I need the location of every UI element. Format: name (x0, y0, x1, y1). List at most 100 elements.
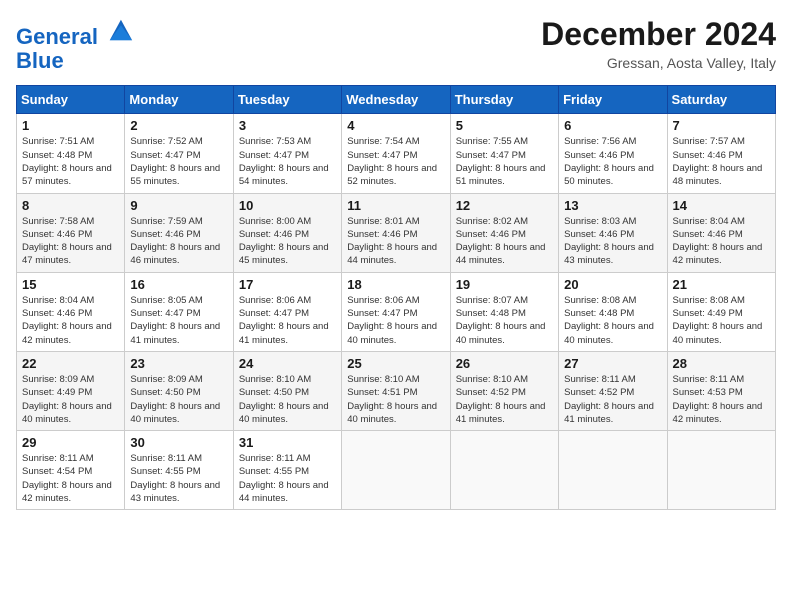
day-number: 25 (347, 356, 444, 371)
week-row-4: 22 Sunrise: 8:09 AMSunset: 4:49 PMDaylig… (17, 351, 776, 430)
calendar-table: SundayMondayTuesdayWednesdayThursdayFrid… (16, 85, 776, 510)
day-detail: Sunrise: 7:51 AMSunset: 4:48 PMDaylight:… (22, 135, 119, 188)
day-detail: Sunrise: 7:58 AMSunset: 4:46 PMDaylight:… (22, 215, 119, 268)
day-cell: 19 Sunrise: 8:07 AMSunset: 4:48 PMDaylig… (450, 272, 558, 351)
day-number: 27 (564, 356, 661, 371)
day-number: 16 (130, 277, 227, 292)
day-number: 5 (456, 118, 553, 133)
day-cell: 29 Sunrise: 8:11 AMSunset: 4:54 PMDaylig… (17, 431, 125, 510)
day-cell: 20 Sunrise: 8:08 AMSunset: 4:48 PMDaylig… (559, 272, 667, 351)
day-number: 24 (239, 356, 336, 371)
day-cell: 13 Sunrise: 8:03 AMSunset: 4:46 PMDaylig… (559, 193, 667, 272)
day-number: 29 (22, 435, 119, 450)
day-number: 1 (22, 118, 119, 133)
week-row-1: 1 Sunrise: 7:51 AMSunset: 4:48 PMDayligh… (17, 114, 776, 193)
weekday-header-friday: Friday (559, 86, 667, 114)
day-detail: Sunrise: 8:10 AMSunset: 4:52 PMDaylight:… (456, 373, 553, 426)
day-number: 14 (673, 198, 770, 213)
day-cell: 24 Sunrise: 8:10 AMSunset: 4:50 PMDaylig… (233, 351, 341, 430)
day-detail: Sunrise: 8:01 AMSunset: 4:46 PMDaylight:… (347, 215, 444, 268)
page-header: General Blue December 2024 Gressan, Aost… (16, 16, 776, 73)
day-detail: Sunrise: 8:00 AMSunset: 4:46 PMDaylight:… (239, 215, 336, 268)
day-number: 21 (673, 277, 770, 292)
weekday-header-tuesday: Tuesday (233, 86, 341, 114)
day-detail: Sunrise: 7:55 AMSunset: 4:47 PMDaylight:… (456, 135, 553, 188)
day-number: 20 (564, 277, 661, 292)
day-detail: Sunrise: 8:06 AMSunset: 4:47 PMDaylight:… (347, 294, 444, 347)
day-number: 26 (456, 356, 553, 371)
day-cell: 22 Sunrise: 8:09 AMSunset: 4:49 PMDaylig… (17, 351, 125, 430)
day-cell: 21 Sunrise: 8:08 AMSunset: 4:49 PMDaylig… (667, 272, 775, 351)
day-detail: Sunrise: 8:11 AMSunset: 4:54 PMDaylight:… (22, 452, 119, 505)
day-cell: 30 Sunrise: 8:11 AMSunset: 4:55 PMDaylig… (125, 431, 233, 510)
day-cell: 11 Sunrise: 8:01 AMSunset: 4:46 PMDaylig… (342, 193, 450, 272)
day-cell: 2 Sunrise: 7:52 AMSunset: 4:47 PMDayligh… (125, 114, 233, 193)
day-cell: 15 Sunrise: 8:04 AMSunset: 4:46 PMDaylig… (17, 272, 125, 351)
day-cell: 8 Sunrise: 7:58 AMSunset: 4:46 PMDayligh… (17, 193, 125, 272)
day-detail: Sunrise: 8:05 AMSunset: 4:47 PMDaylight:… (130, 294, 227, 347)
weekday-header-sunday: Sunday (17, 86, 125, 114)
day-detail: Sunrise: 7:53 AMSunset: 4:47 PMDaylight:… (239, 135, 336, 188)
day-detail: Sunrise: 8:08 AMSunset: 4:49 PMDaylight:… (673, 294, 770, 347)
logo: General Blue (16, 16, 134, 73)
week-row-2: 8 Sunrise: 7:58 AMSunset: 4:46 PMDayligh… (17, 193, 776, 272)
day-cell (342, 431, 450, 510)
day-cell: 4 Sunrise: 7:54 AMSunset: 4:47 PMDayligh… (342, 114, 450, 193)
day-detail: Sunrise: 8:04 AMSunset: 4:46 PMDaylight:… (673, 215, 770, 268)
day-number: 28 (673, 356, 770, 371)
day-cell: 17 Sunrise: 8:06 AMSunset: 4:47 PMDaylig… (233, 272, 341, 351)
day-cell: 28 Sunrise: 8:11 AMSunset: 4:53 PMDaylig… (667, 351, 775, 430)
day-cell: 12 Sunrise: 8:02 AMSunset: 4:46 PMDaylig… (450, 193, 558, 272)
location: Gressan, Aosta Valley, Italy (541, 55, 776, 71)
day-number: 2 (130, 118, 227, 133)
day-number: 18 (347, 277, 444, 292)
day-detail: Sunrise: 7:59 AMSunset: 4:46 PMDaylight:… (130, 215, 227, 268)
day-detail: Sunrise: 8:04 AMSunset: 4:46 PMDaylight:… (22, 294, 119, 347)
logo-blue: Blue (16, 48, 64, 73)
day-detail: Sunrise: 8:10 AMSunset: 4:50 PMDaylight:… (239, 373, 336, 426)
weekday-header-row: SundayMondayTuesdayWednesdayThursdayFrid… (17, 86, 776, 114)
day-number: 7 (673, 118, 770, 133)
day-cell: 26 Sunrise: 8:10 AMSunset: 4:52 PMDaylig… (450, 351, 558, 430)
day-cell (667, 431, 775, 510)
weekday-header-monday: Monday (125, 86, 233, 114)
day-detail: Sunrise: 7:52 AMSunset: 4:47 PMDaylight:… (130, 135, 227, 188)
weekday-header-thursday: Thursday (450, 86, 558, 114)
day-detail: Sunrise: 8:02 AMSunset: 4:46 PMDaylight:… (456, 215, 553, 268)
weekday-header-wednesday: Wednesday (342, 86, 450, 114)
day-number: 4 (347, 118, 444, 133)
day-detail: Sunrise: 8:11 AMSunset: 4:52 PMDaylight:… (564, 373, 661, 426)
day-cell (450, 431, 558, 510)
day-detail: Sunrise: 8:10 AMSunset: 4:51 PMDaylight:… (347, 373, 444, 426)
day-number: 10 (239, 198, 336, 213)
day-number: 12 (456, 198, 553, 213)
day-cell: 25 Sunrise: 8:10 AMSunset: 4:51 PMDaylig… (342, 351, 450, 430)
day-cell: 18 Sunrise: 8:06 AMSunset: 4:47 PMDaylig… (342, 272, 450, 351)
day-detail: Sunrise: 8:11 AMSunset: 4:53 PMDaylight:… (673, 373, 770, 426)
day-number: 22 (22, 356, 119, 371)
day-number: 9 (130, 198, 227, 213)
day-detail: Sunrise: 7:56 AMSunset: 4:46 PMDaylight:… (564, 135, 661, 188)
month-title: December 2024 (541, 16, 776, 53)
weekday-header-saturday: Saturday (667, 86, 775, 114)
day-number: 6 (564, 118, 661, 133)
day-number: 13 (564, 198, 661, 213)
day-detail: Sunrise: 8:07 AMSunset: 4:48 PMDaylight:… (456, 294, 553, 347)
day-cell (559, 431, 667, 510)
day-number: 17 (239, 277, 336, 292)
day-number: 30 (130, 435, 227, 450)
day-detail: Sunrise: 8:11 AMSunset: 4:55 PMDaylight:… (239, 452, 336, 505)
day-cell: 9 Sunrise: 7:59 AMSunset: 4:46 PMDayligh… (125, 193, 233, 272)
day-detail: Sunrise: 8:09 AMSunset: 4:49 PMDaylight:… (22, 373, 119, 426)
day-number: 19 (456, 277, 553, 292)
logo-general: General (16, 24, 98, 49)
logo-icon (106, 16, 134, 44)
day-number: 15 (22, 277, 119, 292)
day-detail: Sunrise: 7:54 AMSunset: 4:47 PMDaylight:… (347, 135, 444, 188)
day-cell: 23 Sunrise: 8:09 AMSunset: 4:50 PMDaylig… (125, 351, 233, 430)
day-cell: 27 Sunrise: 8:11 AMSunset: 4:52 PMDaylig… (559, 351, 667, 430)
day-detail: Sunrise: 8:11 AMSunset: 4:55 PMDaylight:… (130, 452, 227, 505)
day-cell: 31 Sunrise: 8:11 AMSunset: 4:55 PMDaylig… (233, 431, 341, 510)
day-cell: 3 Sunrise: 7:53 AMSunset: 4:47 PMDayligh… (233, 114, 341, 193)
title-area: December 2024 Gressan, Aosta Valley, Ita… (541, 16, 776, 71)
